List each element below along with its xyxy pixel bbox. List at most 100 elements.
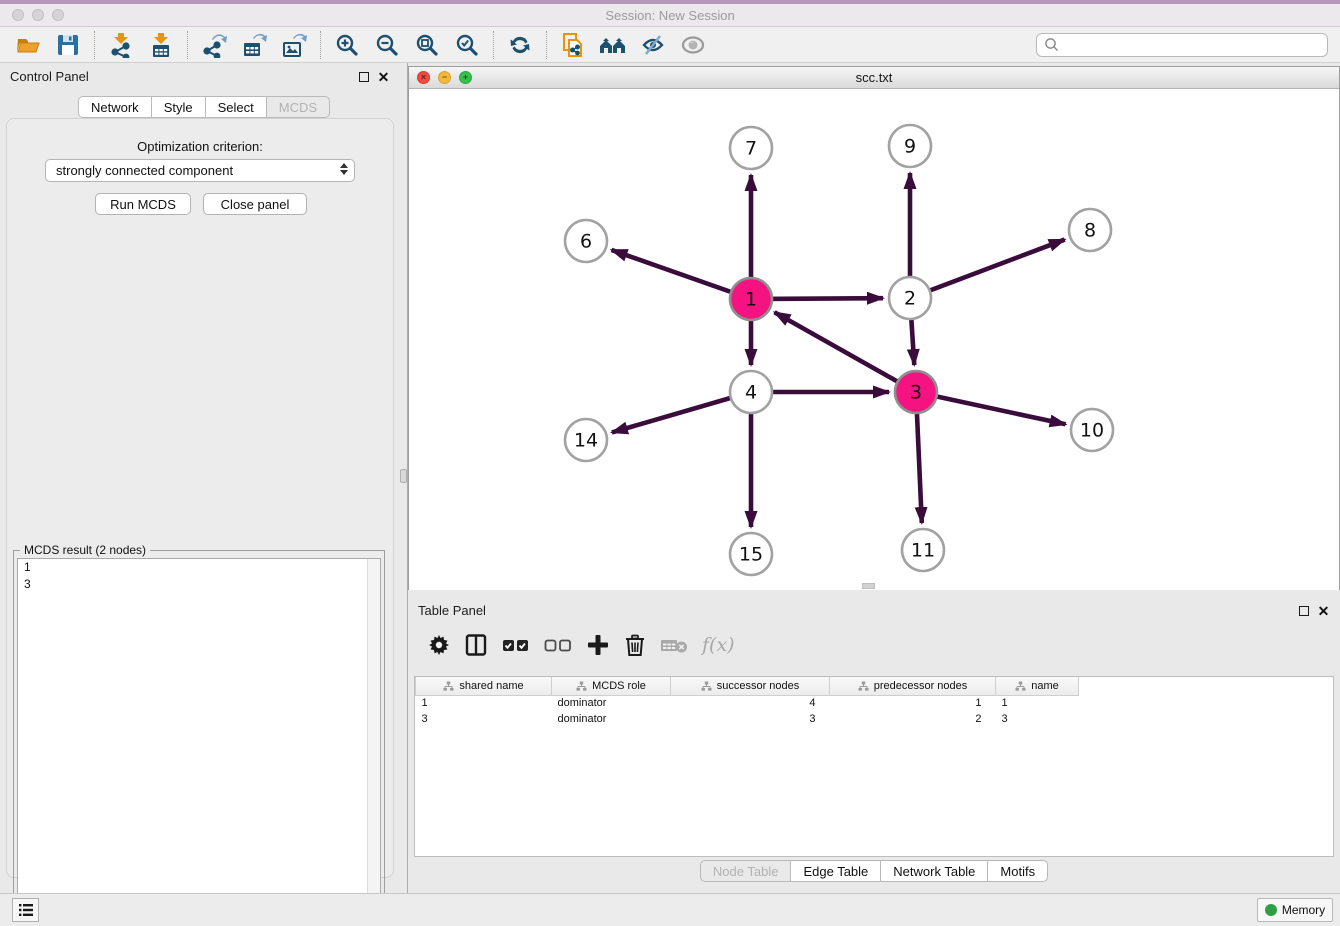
svg-text:1: 1: [745, 289, 757, 311]
table-row[interactable]: 3dominator323: [416, 711, 1079, 727]
graph-edge-3-10[interactable]: [916, 392, 1066, 424]
memory-label: Memory: [1282, 903, 1325, 917]
show-columns-icon[interactable]: [464, 633, 488, 657]
show-graphics-details-icon[interactable]: [678, 30, 708, 60]
function-builder-icon: f(x): [702, 634, 735, 656]
mcds-result-list[interactable]: 1 3: [17, 558, 381, 922]
result-scrollbar[interactable]: [367, 559, 380, 921]
hide-style-icon[interactable]: [638, 30, 668, 60]
graph-edge-3-1[interactable]: [775, 312, 916, 392]
graph-node-2[interactable]: 2: [889, 277, 931, 319]
column-type-icon: [1015, 681, 1026, 691]
graph-node-7[interactable]: 7: [730, 127, 772, 169]
network-canvas[interactable]: 1 2 3 4 6 7 8 9 10 11 14 15: [409, 89, 1339, 590]
svg-text:9: 9: [904, 136, 916, 158]
close-table-panel-button[interactable]: ✕: [1317, 604, 1330, 617]
add-column-icon[interactable]: [586, 633, 610, 657]
svg-text:6: 6: [580, 231, 592, 253]
svg-text:15: 15: [739, 544, 763, 566]
float-panel-button[interactable]: [357, 70, 370, 83]
zoom-in-icon[interactable]: [332, 30, 362, 60]
column-header-shared-name[interactable]: shared name: [416, 677, 552, 695]
control-panel-title: Control Panel: [10, 69, 89, 84]
close-panel-button[interactable]: ✕: [377, 70, 390, 83]
network-graph: 1 2 3 4 6 7 8 9 10 11 14 15: [409, 89, 1339, 590]
table-header[interactable]: shared nameMCDS rolesuccessor nodesprede…: [416, 677, 1079, 695]
column-header-successor-nodes[interactable]: successor nodes: [671, 677, 830, 695]
select-all-icon[interactable]: [502, 637, 530, 653]
task-history-button[interactable]: [12, 898, 39, 922]
open-session-icon[interactable]: [13, 30, 43, 60]
table-row[interactable]: 1dominator411: [416, 695, 1079, 711]
column-header-MCDS-role[interactable]: MCDS role: [552, 677, 671, 695]
network-window-titlebar[interactable]: × − + scc.txt: [409, 67, 1339, 89]
column-header-predecessor-nodes[interactable]: predecessor nodes: [830, 677, 996, 695]
node-table[interactable]: shared nameMCDS rolesuccessor nodesprede…: [414, 676, 1334, 857]
export-table-icon[interactable]: [239, 30, 269, 60]
graph-node-4[interactable]: 4: [730, 371, 772, 413]
table-panel: Table Panel ✕ f(x) shared nameMC: [408, 597, 1340, 890]
graph-node-11[interactable]: 11: [902, 529, 944, 571]
criterion-dropdown[interactable]: strongly connected component: [45, 159, 355, 182]
tab-motifs[interactable]: Motifs: [987, 860, 1048, 882]
canvas-resize-grip[interactable]: [862, 583, 875, 589]
toolbar-separator: [320, 31, 321, 59]
search-box[interactable]: [1036, 33, 1328, 57]
run-mcds-button[interactable]: Run MCDS: [95, 193, 191, 215]
svg-text:8: 8: [1084, 220, 1096, 242]
duplicate-network-icon[interactable]: [558, 30, 588, 60]
tab-node-table[interactable]: Node Table: [700, 860, 791, 882]
result-item: 3: [18, 576, 380, 593]
tab-mcds[interactable]: MCDS: [266, 96, 330, 118]
graph-node-6[interactable]: 6: [565, 220, 607, 262]
delete-column-icon[interactable]: [660, 636, 688, 654]
svg-text:11: 11: [911, 540, 935, 562]
tab-style[interactable]: Style: [151, 96, 205, 118]
delete-icon[interactable]: [624, 633, 646, 657]
graph-node-15[interactable]: 15: [730, 533, 772, 575]
first-neighbors-icon[interactable]: [505, 30, 535, 60]
float-table-panel-button[interactable]: [1297, 604, 1310, 617]
network-overview-icon[interactable]: [598, 30, 628, 60]
graph-node-10[interactable]: 10: [1071, 409, 1113, 451]
search-input[interactable]: [1061, 35, 1327, 55]
node-table-grid: shared nameMCDS rolesuccessor nodesprede…: [415, 677, 1079, 727]
graph-node-9[interactable]: 9: [889, 125, 931, 167]
memory-button[interactable]: Memory: [1257, 898, 1333, 922]
graph-edge-2-8[interactable]: [910, 240, 1065, 298]
column-type-icon: [701, 681, 712, 691]
svg-text:14: 14: [574, 430, 598, 452]
tab-select[interactable]: Select: [205, 96, 266, 118]
graph-node-3[interactable]: 3: [895, 371, 937, 413]
svg-text:2: 2: [904, 288, 916, 310]
column-type-icon: [443, 681, 454, 691]
memory-status-icon: [1265, 904, 1277, 916]
graph-node-14[interactable]: 14: [565, 419, 607, 461]
column-type-icon: [858, 681, 869, 691]
optimization-criterion-label: Optimization criterion:: [7, 139, 393, 154]
tab-edge-table[interactable]: Edge Table: [790, 860, 880, 882]
table-body[interactable]: 1dominator4113dominator323: [416, 695, 1079, 727]
toolbar-separator: [546, 31, 547, 59]
result-item: 1: [18, 559, 380, 576]
panel-divider[interactable]: [400, 63, 408, 893]
tab-network-table[interactable]: Network Table: [880, 860, 987, 882]
export-network-icon[interactable]: [199, 30, 229, 60]
mcds-result-group: MCDS result (2 nodes) 1 3: [13, 550, 385, 926]
import-table-icon[interactable]: [146, 30, 176, 60]
import-network-icon[interactable]: [106, 30, 136, 60]
table-settings-icon[interactable]: [428, 634, 450, 656]
zoom-fit-icon[interactable]: [412, 30, 442, 60]
svg-text:3: 3: [910, 382, 922, 404]
export-image-icon[interactable]: [279, 30, 309, 60]
zoom-out-icon[interactable]: [372, 30, 402, 60]
column-header-name[interactable]: name: [996, 677, 1079, 695]
tab-network[interactable]: Network: [78, 96, 151, 118]
close-panel-button-mcds[interactable]: Close panel: [203, 193, 307, 215]
zoom-selected-icon[interactable]: [452, 30, 482, 60]
graph-node-1[interactable]: 1: [730, 278, 772, 320]
save-session-icon[interactable]: [53, 30, 83, 60]
graph-node-8[interactable]: 8: [1069, 209, 1111, 251]
deselect-all-icon[interactable]: [544, 637, 572, 653]
divider-grip[interactable]: [400, 469, 407, 483]
